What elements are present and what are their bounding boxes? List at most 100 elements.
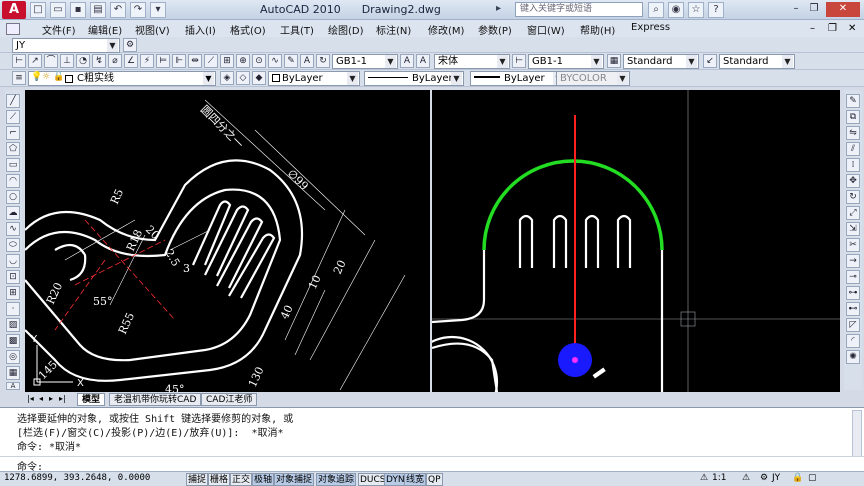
menu-edit[interactable]: 编辑(E) (88, 22, 122, 37)
left-viewport[interactable]: 圆四分之一 ∅99 R5 R18 20 2.5 3 R20 55° R55 10… (24, 90, 430, 396)
tolerance-icon[interactable]: ⊞ (220, 54, 234, 68)
dim-style-dropdown[interactable]: GB1-1 ▼ (528, 54, 604, 69)
tab-prev-icon[interactable]: ◂ (39, 394, 43, 403)
menu-format[interactable]: 格式(O) (230, 22, 266, 37)
circle-icon[interactable]: ○ (6, 190, 20, 204)
new-file-icon[interactable]: □ (30, 2, 46, 18)
annotation-visibility-icon[interactable]: ⚠ (742, 473, 750, 483)
search-icon[interactable]: ⌕ (648, 2, 664, 18)
undo-icon[interactable]: ↶ (110, 2, 126, 18)
favorites-icon[interactable]: ☆ (688, 2, 704, 18)
annotation-scale-icon[interactable]: ⚠ (700, 473, 708, 483)
explode-icon[interactable]: ✺ (846, 350, 860, 364)
otrack-toggle[interactable]: 对象追踪 (316, 473, 357, 486)
table-icon[interactable]: ▦ (6, 366, 20, 380)
fillet-icon[interactable]: ◜ (846, 334, 860, 348)
arc-length-icon[interactable]: ⌒ (44, 54, 58, 68)
stretch-icon[interactable]: ⇲ (846, 222, 860, 236)
construction-line-icon[interactable]: ⟋ (6, 110, 20, 124)
grid-toggle[interactable]: 栅格 (208, 473, 231, 486)
workspace-settings-icon[interactable]: ⚙ (123, 38, 137, 52)
hatch-icon[interactable]: ▨ (6, 318, 20, 332)
right-viewport[interactable] (405, 90, 840, 429)
revcloud-icon[interactable]: ☁ (6, 206, 20, 220)
ordinate-icon[interactable]: ⊥ (60, 54, 74, 68)
qp-toggle[interactable]: QP (426, 473, 443, 486)
multileader-style-dropdown[interactable]: Standard ▼ (719, 54, 795, 69)
communication-icon[interactable]: ◉ (668, 2, 684, 18)
aligned-dimension-icon[interactable]: ↗ (28, 54, 42, 68)
menu-tools[interactable]: 工具(T) (280, 22, 314, 37)
menu-express[interactable]: Express (631, 22, 670, 33)
menu-view[interactable]: 视图(V) (135, 22, 170, 37)
help-icon[interactable]: ? (708, 2, 724, 18)
workspace-status-icon[interactable]: ⚙ (760, 473, 768, 483)
join-icon[interactable]: ⊷ (846, 302, 860, 316)
tab-next-icon[interactable]: ▸ (49, 394, 53, 403)
search-input[interactable]: 键入关键字或短语 (515, 2, 643, 17)
redo-icon[interactable]: ↷ (130, 2, 146, 18)
rectangle-icon[interactable]: ▭ (6, 158, 20, 172)
rotate-icon[interactable]: ↻ (846, 190, 860, 204)
font-dropdown[interactable]: 宋体 ▼ (434, 54, 510, 69)
radius-icon[interactable]: ◔ (76, 54, 90, 68)
space-icon[interactable]: ⇹ (188, 54, 202, 68)
array-icon[interactable]: ⁞ (846, 158, 860, 172)
point-icon[interactable]: · (6, 302, 20, 316)
doc-close-icon[interactable]: ✕ (848, 23, 856, 34)
jogged-icon[interactable]: ↯ (92, 54, 106, 68)
command-history[interactable]: 选择要延伸的对象, 或按住 Shift 键选择要修剪的对象, 或 [栏选(F)/… (0, 407, 864, 461)
restore-icon[interactable]: ❐ (806, 2, 822, 17)
layer-previous-icon[interactable]: ◇ (236, 71, 250, 85)
open-folder-icon[interactable]: ▭ (50, 2, 66, 18)
left-drawing-canvas[interactable]: 圆四分之一 ∅99 R5 R18 20 2.5 3 R20 55° R55 10… (24, 90, 430, 396)
save-icon[interactable]: ▪ (70, 2, 86, 18)
update-icon[interactable]: ↻ (316, 54, 330, 68)
doc-minimize-icon[interactable]: – (810, 23, 815, 34)
mtext-icon[interactable]: A (6, 382, 20, 390)
menu-file[interactable]: 文件(F) (42, 22, 76, 37)
print-icon[interactable]: ▤ (90, 2, 106, 18)
region-icon[interactable]: ◎ (6, 350, 20, 364)
gradient-icon[interactable]: ▩ (6, 334, 20, 348)
tab-layout-1[interactable]: 老温机带你玩转CAD (109, 393, 202, 406)
copy-icon[interactable]: ⧉ (846, 110, 860, 124)
plotstyle-dropdown[interactable]: BYCOLOR ▼ (556, 71, 630, 86)
snap-toggle[interactable]: 捕捉 (186, 473, 209, 486)
dim-style-manager-icon[interactable]: ⊢ (512, 54, 526, 68)
diameter-icon[interactable]: ⌀ (108, 54, 122, 68)
osnap-toggle[interactable]: 对象捕捉 (274, 473, 315, 486)
ellipse-arc-icon[interactable]: ◡ (6, 254, 20, 268)
edit-text-icon[interactable]: A (300, 54, 314, 68)
baseline-icon[interactable]: ⊨ (156, 54, 170, 68)
search-arrow-icon[interactable]: ▸ (496, 3, 501, 14)
line-icon[interactable]: ╱ (6, 94, 20, 108)
arc-icon[interactable]: ◠ (6, 174, 20, 188)
ortho-toggle[interactable]: 正交 (230, 473, 253, 486)
menu-draw[interactable]: 绘图(D) (328, 22, 364, 37)
ellipse-icon[interactable]: ⬭ (6, 238, 20, 252)
break-at-point-icon[interactable]: ⊸ (846, 270, 860, 284)
menu-window[interactable]: 窗口(W) (527, 22, 565, 37)
mirror-icon[interactable]: ⇋ (846, 126, 860, 140)
polyline-icon[interactable]: ⌐ (6, 126, 20, 140)
edit-dim-icon[interactable]: ✎ (284, 54, 298, 68)
close-icon[interactable]: ✕ (826, 2, 860, 17)
layer-dropdown[interactable]: 💡 ☼ 🔓 C粗实线 ▼ (28, 71, 216, 86)
menu-dimension[interactable]: 标注(N) (376, 22, 411, 37)
linetype-dropdown[interactable]: ByLayer ▼ (364, 71, 464, 86)
continue-icon[interactable]: ⊩ (172, 54, 186, 68)
trim-icon[interactable]: ✂ (846, 238, 860, 252)
multileader-style-icon[interactable]: ↙ (703, 54, 717, 68)
chamfer-icon[interactable]: ◸ (846, 318, 860, 332)
polar-toggle[interactable]: 极轴 (252, 473, 275, 486)
clean-screen-icon[interactable]: ▢ (808, 473, 817, 483)
spline-icon[interactable]: ∿ (6, 222, 20, 236)
command-scrollbar[interactable] (852, 410, 862, 458)
layer-manager-icon[interactable]: ≡ (12, 71, 26, 85)
command-input[interactable]: 命令: (0, 456, 864, 473)
minimize-icon[interactable]: – (788, 2, 804, 17)
table-style-dropdown[interactable]: Standard ▼ (623, 54, 699, 69)
doc-restore-icon[interactable]: ❐ (828, 23, 837, 34)
autocad-logo-icon[interactable]: A (2, 1, 26, 19)
